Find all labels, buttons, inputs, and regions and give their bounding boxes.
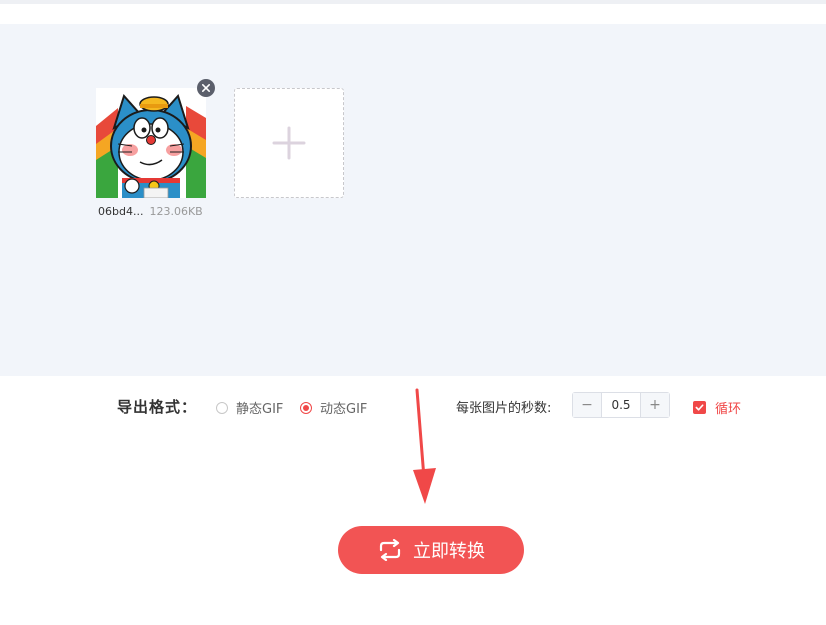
- increment-button[interactable]: +: [640, 393, 669, 417]
- decrement-button[interactable]: −: [573, 393, 602, 417]
- upload-area[interactable]: 06bd4... 123.06KB: [0, 24, 826, 376]
- radio-circle[interactable]: [300, 401, 312, 414]
- loop-label: 循环: [715, 402, 742, 417]
- radio-static-gif[interactable]: 静态GIF: [216, 398, 283, 417]
- radio-label: 静态GIF: [236, 402, 284, 417]
- repeat-icon: [379, 539, 401, 561]
- add-file-button[interactable]: [234, 88, 344, 198]
- export-format-label: 导出格式：: [117, 398, 198, 416]
- checkbox-box[interactable]: [693, 401, 706, 414]
- uploaded-file-card: 06bd4... 123.06KB: [96, 79, 215, 218]
- radio-label: 动态GIF: [320, 402, 368, 417]
- uploaded-image-thumbnail: [96, 88, 206, 198]
- seconds-stepper: − 0.5 +: [572, 392, 670, 418]
- check-icon: [695, 404, 704, 411]
- plus-icon: [272, 126, 306, 160]
- file-name: 06bd4...: [98, 205, 144, 218]
- convert-now-button[interactable]: 立即转换: [338, 526, 524, 574]
- radio-animated-gif[interactable]: 动态GIF: [300, 398, 367, 417]
- remove-file-button[interactable]: [197, 79, 215, 97]
- convert-button-label: 立即转换: [413, 541, 485, 562]
- seconds-input[interactable]: 0.5: [602, 393, 640, 417]
- top-strip: [0, 0, 826, 4]
- loop-checkbox[interactable]: 循环: [693, 398, 741, 417]
- file-meta: 06bd4... 123.06KB: [98, 205, 203, 218]
- arrow-down-icon: [413, 388, 436, 504]
- close-icon: [202, 84, 210, 92]
- radio-circle[interactable]: [216, 401, 228, 414]
- file-size: 123.06KB: [149, 205, 203, 218]
- seconds-per-image-label: 每张图片的秒数:: [456, 401, 552, 416]
